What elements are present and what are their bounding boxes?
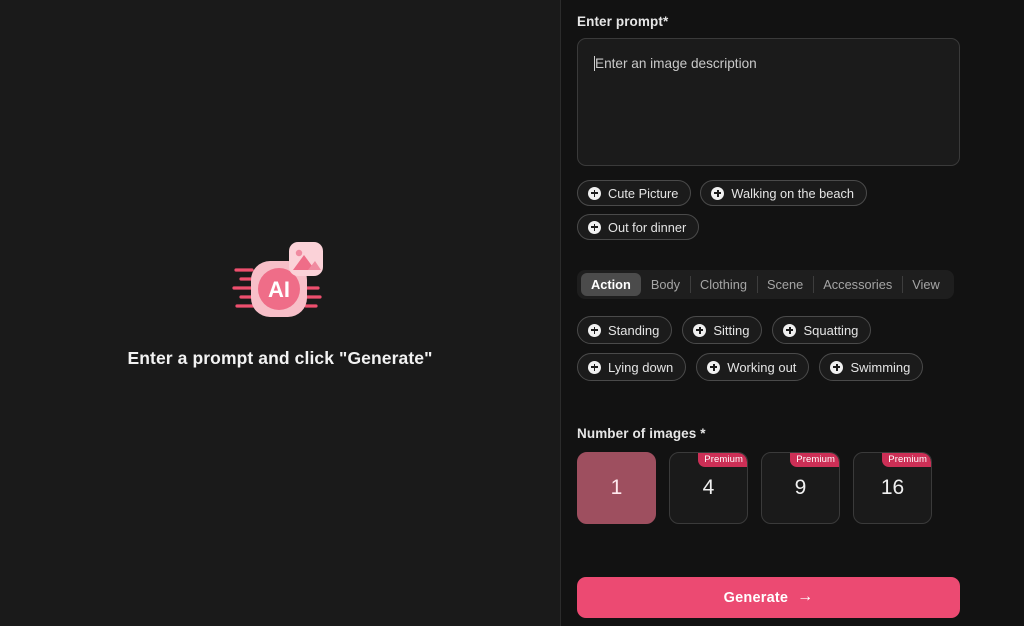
prompt-suggestions: Cute Picture Walking on the beach Out fo… [577,180,972,240]
image-count-value: 9 [794,476,807,499]
image-count-value: 16 [880,476,905,499]
plus-icon [588,186,601,200]
option-chip-squatting[interactable]: Squatting [772,316,872,344]
ai-image-generator-icon: AI [232,240,328,324]
tab-action[interactable]: Action [581,273,641,296]
suggestion-chip-out-for-dinner[interactable]: Out for dinner [577,214,700,240]
option-chip-label: Lying down [608,359,674,375]
generation-form-panel: Enter prompt* Enter an image description… [561,0,1024,626]
plus-icon [588,220,601,234]
image-count-option-1[interactable]: 1 [577,452,656,524]
plus-icon [711,186,725,200]
prompt-label: Enter prompt* [577,14,669,29]
prompt-input[interactable]: Enter an image description [577,38,960,166]
plus-icon [707,360,721,374]
tab-clothing[interactable]: Clothing [689,273,757,296]
option-chip-lying-down[interactable]: Lying down [577,353,687,381]
suggestion-chip-label: Walking on the beach [731,185,855,201]
option-chip-label: Working out [727,359,797,375]
number-of-images-section: Number of images * 1 Premium 4 Premium 9… [577,426,998,524]
preview-placeholder-title: Enter a prompt and click "Generate" [127,347,433,368]
premium-badge: Premium [790,453,839,467]
generate-button-label: Generate [723,589,789,606]
plus-icon [588,360,601,374]
tab-body[interactable]: Body [641,273,690,296]
premium-badge: Premium [882,453,931,467]
image-count-value: 4 [702,476,715,499]
action-options: Standing Sitting Squatting Lying down Wo… [577,316,972,381]
tab-view[interactable]: View [902,273,950,296]
empty-state: AI Enter a prompt and click "Generate" [127,240,432,369]
option-chip-sitting[interactable]: Sitting [682,316,763,344]
image-count-option-9[interactable]: Premium 9 [761,452,840,524]
plus-icon [830,360,844,374]
suggestion-chip-label: Cute Picture [608,185,679,201]
prompt-placeholder: Enter an image description [595,56,757,71]
plus-icon [693,323,707,337]
option-chip-label: Sitting [713,322,750,338]
image-preview-panel: AI Enter a prompt and click "Generate" [0,0,561,626]
number-of-images-options: 1 Premium 4 Premium 9 Premium 16 [577,452,998,524]
tab-accessories[interactable]: Accessories [813,273,902,296]
suggestion-chip-walking-on-the-beach[interactable]: Walking on the beach [700,180,868,206]
premium-badge: Premium [698,453,747,467]
category-tabs: Action Body Clothing Scene Accessories V… [577,270,954,299]
suggestion-chip-cute-picture[interactable]: Cute Picture [577,180,692,206]
svg-text:AI: AI [268,277,290,302]
arrow-right-icon: → [797,588,814,605]
image-count-value: 1 [610,476,623,499]
tab-scene[interactable]: Scene [756,273,813,296]
option-chip-label: Swimming [850,359,911,375]
option-chip-swimming[interactable]: Swimming [819,353,924,381]
image-count-option-16[interactable]: Premium 16 [853,452,932,524]
option-chip-label: Squatting [803,322,859,338]
image-count-option-4[interactable]: Premium 4 [669,452,748,524]
number-of-images-label: Number of images * [577,426,706,441]
option-chip-standing[interactable]: Standing [577,316,673,344]
generate-button[interactable]: Generate → [577,577,960,618]
option-chip-working-out[interactable]: Working out [696,353,810,381]
option-chip-label: Standing [608,322,660,338]
plus-icon [783,323,797,337]
plus-icon [588,323,601,337]
suggestion-chip-label: Out for dinner [608,219,687,235]
